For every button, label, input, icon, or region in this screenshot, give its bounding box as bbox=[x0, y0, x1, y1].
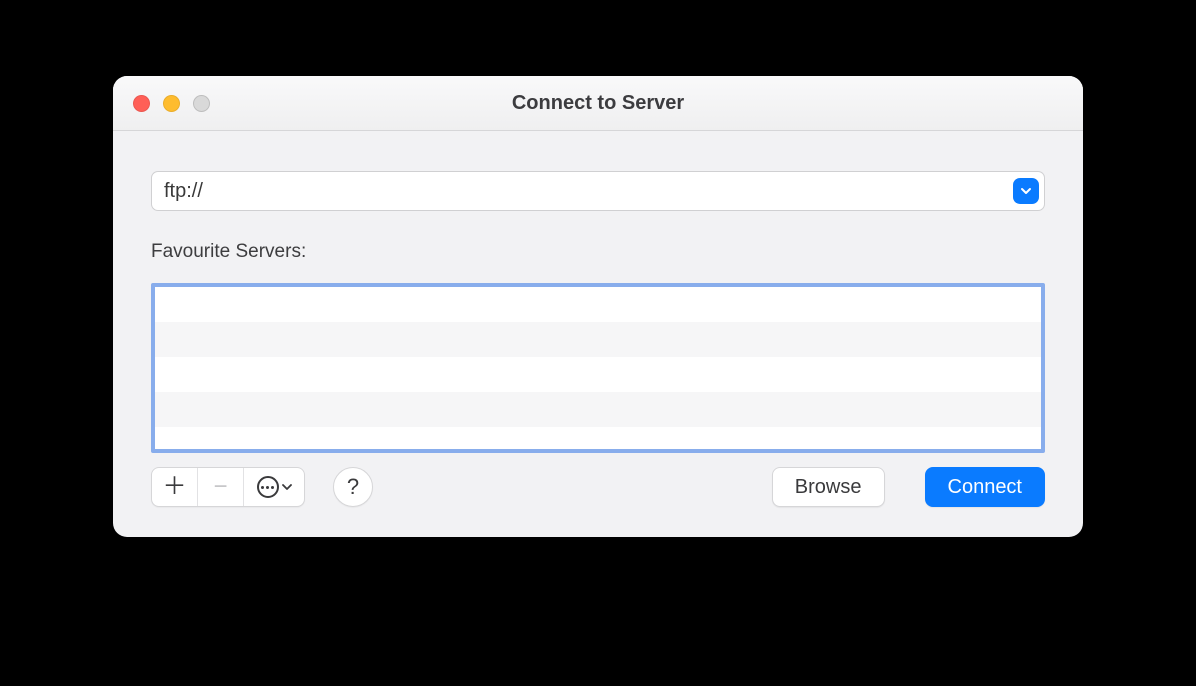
list-item bbox=[155, 357, 1041, 392]
traffic-lights bbox=[133, 95, 210, 112]
more-actions-button[interactable] bbox=[244, 468, 304, 506]
question-mark-icon: ? bbox=[347, 474, 359, 500]
help-button[interactable]: ? bbox=[333, 467, 373, 507]
chevron-down-icon bbox=[282, 482, 292, 492]
list-item bbox=[155, 322, 1041, 357]
footer-toolbar: ＋ − ? bbox=[151, 467, 1045, 507]
list-item bbox=[155, 287, 1041, 322]
recent-servers-dropdown[interactable] bbox=[1011, 171, 1045, 211]
minus-icon: − bbox=[213, 475, 227, 499]
titlebar: Connect to Server bbox=[113, 76, 1083, 131]
chevron-down-icon bbox=[1013, 178, 1039, 204]
plus-icon: ＋ bbox=[163, 475, 187, 499]
fullscreen-window-button[interactable] bbox=[193, 95, 210, 112]
browse-button-label: Browse bbox=[795, 476, 862, 499]
window-title: Connect to Server bbox=[113, 92, 1083, 115]
content-area: Favourite Servers: ＋ − bbox=[113, 131, 1083, 537]
list-item bbox=[155, 392, 1041, 427]
list-item bbox=[155, 427, 1041, 453]
connect-button[interactable]: Connect bbox=[925, 467, 1046, 507]
server-address-input[interactable] bbox=[151, 171, 1011, 211]
minimize-window-button[interactable] bbox=[163, 95, 180, 112]
favourite-servers-list[interactable] bbox=[151, 283, 1045, 453]
connect-button-label: Connect bbox=[948, 476, 1023, 499]
ellipsis-circle-icon bbox=[257, 476, 279, 498]
favourite-servers-label: Favourite Servers: bbox=[151, 241, 1045, 263]
connect-to-server-window: Connect to Server Favourite Servers: bbox=[113, 76, 1083, 537]
close-window-button[interactable] bbox=[133, 95, 150, 112]
add-favourite-button[interactable]: ＋ bbox=[152, 468, 198, 506]
list-actions-group: ＋ − bbox=[151, 467, 305, 507]
server-address-row bbox=[151, 171, 1045, 211]
browse-button[interactable]: Browse bbox=[772, 467, 885, 507]
remove-favourite-button[interactable]: − bbox=[198, 468, 244, 506]
